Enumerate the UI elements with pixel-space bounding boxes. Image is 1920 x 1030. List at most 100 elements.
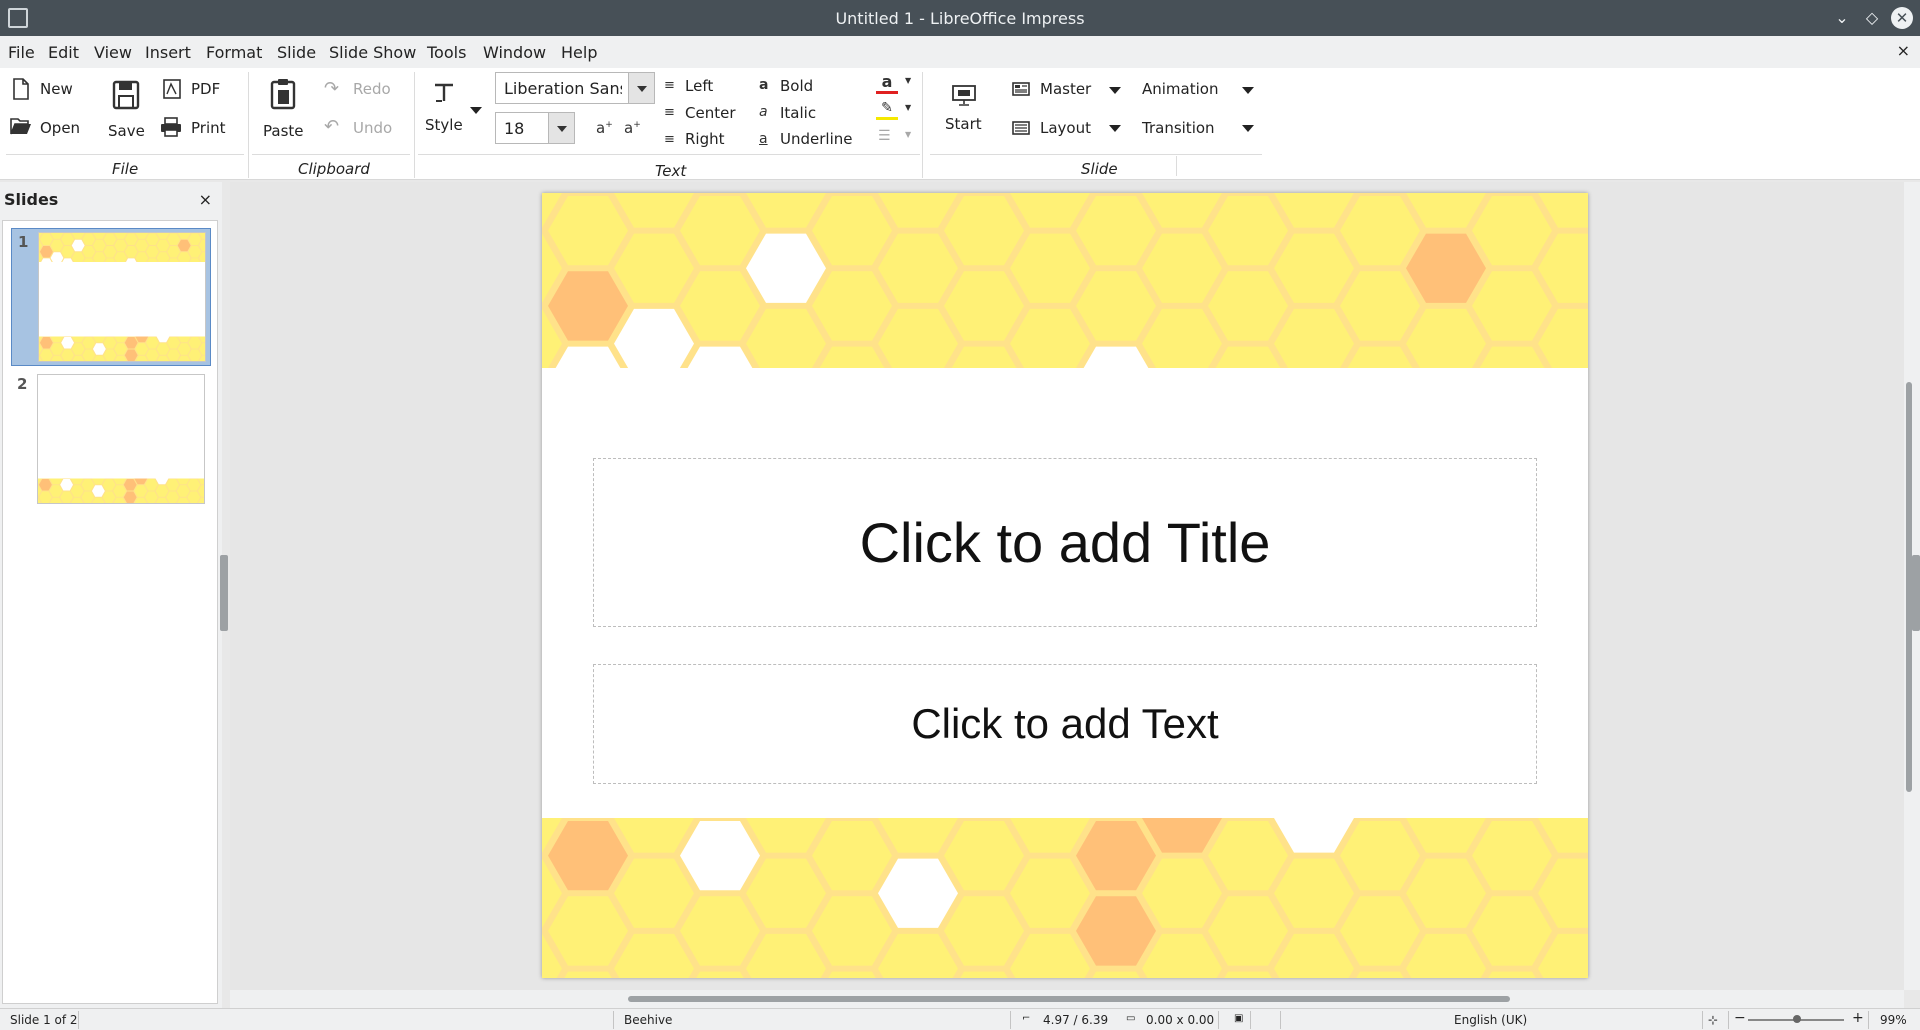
slides-pane-splitter-handle[interactable] — [220, 555, 228, 631]
zoom-level[interactable]: 99% — [1880, 1013, 1907, 1027]
menu-tools[interactable]: Tools — [427, 43, 466, 62]
zoom-slider[interactable] — [1748, 1015, 1844, 1023]
print-button[interactable]: Print — [191, 119, 226, 137]
grow-font-icon[interactable]: a+ — [596, 119, 613, 137]
font-color-dropdown-icon[interactable]: ▼ — [905, 76, 911, 85]
window-title: Untitled 1 - LibreOffice Impress — [835, 9, 1085, 28]
slide-thumbnail-2[interactable]: 2 — [11, 371, 211, 509]
honeycomb-cell — [39, 265, 42, 276]
honeycomb-cell — [72, 265, 85, 276]
redo-button[interactable]: Redo — [353, 80, 391, 98]
menu-slide-show[interactable]: Slide Show — [329, 43, 416, 62]
align-left-button[interactable]: Left — [685, 77, 713, 95]
text-placeholder-text: Click to add Text — [911, 700, 1219, 747]
cursor-position-status: 4.97 / 6.39 — [1043, 1013, 1109, 1027]
start-button[interactable]: Start — [945, 115, 982, 133]
close-window-button[interactable]: ✕ — [1891, 7, 1913, 29]
underline-button[interactable]: Underline — [780, 130, 852, 150]
font-size-value[interactable]: 18 — [504, 119, 524, 138]
undo-icon: ↶ — [324, 116, 340, 137]
honeycomb-cell — [72, 318, 85, 329]
print-icon — [160, 117, 182, 141]
bold-button[interactable]: Bold — [780, 77, 813, 95]
align-center-button[interactable]: Center — [685, 104, 736, 122]
honeycomb-cell — [157, 318, 170, 329]
menu-edit[interactable]: Edit — [48, 43, 79, 62]
list-icon[interactable]: ☰ — [878, 128, 891, 144]
honeycomb-cell — [135, 318, 148, 329]
font-name-value[interactable]: Liberation Sans — [504, 79, 622, 98]
slide-thumbnail-1[interactable]: 1 — [11, 228, 211, 366]
style-button[interactable]: Style — [425, 116, 463, 134]
font-color-icon[interactable]: a — [876, 74, 898, 94]
honeycomb-cell — [39, 467, 52, 478]
honeycomb-cell — [746, 384, 826, 453]
close-slides-pane-button[interactable]: × — [199, 190, 212, 209]
honeycomb-cell — [878, 384, 958, 453]
open-button[interactable]: Open — [40, 119, 80, 137]
zoom-slider-thumb[interactable] — [1793, 1015, 1801, 1023]
font-name-dropdown-button[interactable] — [628, 73, 654, 103]
menu-window[interactable]: Window — [483, 43, 546, 62]
export-pdf-button[interactable]: PDF — [191, 80, 220, 98]
sidebar-splitter-handle[interactable] — [1912, 555, 1920, 631]
slide-canvas[interactable]: Click to add Title Click to add Text — [542, 193, 1588, 978]
slide-list[interactable]: 1 2 — [2, 220, 218, 1004]
style-dropdown-arrow[interactable] — [470, 107, 482, 114]
zoom-out-button[interactable]: − — [1734, 1010, 1746, 1026]
file-group-label: File — [112, 160, 139, 178]
zoom-in-button[interactable]: + — [1852, 1010, 1864, 1026]
slide-number: 2 — [17, 375, 28, 393]
paste-button[interactable]: Paste — [263, 122, 304, 140]
highlight-dropdown-icon[interactable]: ▼ — [905, 103, 911, 112]
animation-dropdown-arrow[interactable] — [1242, 87, 1254, 94]
list-dropdown-icon[interactable]: ▼ — [905, 130, 911, 139]
language-status[interactable]: English (UK) — [1454, 1013, 1527, 1027]
layout-button[interactable]: Layout — [1040, 119, 1091, 137]
master-dropdown-arrow[interactable] — [1109, 87, 1121, 94]
close-document-button[interactable]: × — [1897, 41, 1910, 60]
layout-dropdown-arrow[interactable] — [1109, 125, 1121, 132]
title-placeholder[interactable]: Click to add Title — [593, 458, 1537, 627]
horizontal-scroll-thumb[interactable] — [628, 996, 1510, 1002]
honeycomb-cell — [178, 318, 191, 329]
shrink-font-icon[interactable]: a+ — [624, 119, 641, 137]
honeycomb-cell — [178, 265, 191, 276]
save-button[interactable]: Save — [108, 122, 145, 140]
menu-format[interactable]: Format — [206, 43, 262, 62]
font-name-combobox[interactable]: Liberation Sans — [495, 72, 655, 104]
redo-icon: ↷ — [324, 78, 340, 99]
font-size-combobox[interactable]: 18 — [495, 112, 575, 144]
font-size-dropdown-button[interactable] — [548, 113, 574, 143]
menu-slide[interactable]: Slide — [277, 43, 316, 62]
honeycomb-cell — [157, 265, 170, 276]
transition-dropdown-arrow[interactable] — [1242, 125, 1254, 132]
menu-insert[interactable]: Insert — [145, 43, 191, 62]
menu-file[interactable]: File — [8, 43, 35, 62]
menu-help[interactable]: Help — [561, 43, 597, 62]
master-name-status[interactable]: Beehive — [624, 1013, 672, 1027]
honeycomb-cell — [82, 325, 95, 336]
save-icon — [112, 80, 140, 114]
text-placeholder[interactable]: Click to add Text — [593, 664, 1537, 784]
menu-view[interactable]: View — [94, 43, 132, 62]
minimize-button[interactable]: ⌄ — [1830, 6, 1854, 30]
document-modified-icon[interactable]: ▣ — [1234, 1013, 1243, 1024]
transition-button[interactable]: Transition — [1142, 119, 1215, 137]
honeycomb-cell — [1142, 384, 1222, 453]
honeycomb-cell — [199, 318, 206, 329]
undo-button[interactable]: Undo — [353, 119, 392, 137]
honeycomb-cell — [113, 460, 126, 471]
honeycomb-cell — [93, 265, 106, 276]
horizontal-scrollbar[interactable] — [230, 990, 1904, 1008]
new-button[interactable]: New — [40, 80, 73, 98]
animation-button[interactable]: Animation — [1142, 80, 1218, 98]
align-right-button[interactable]: Right — [685, 130, 725, 150]
window-title-bar: Untitled 1 - LibreOffice Impress ⌄ ◇ ✕ — [0, 0, 1920, 36]
master-button[interactable]: Master — [1040, 80, 1091, 98]
fit-slide-icon[interactable]: ⊹ — [1708, 1013, 1718, 1027]
italic-button[interactable]: Italic — [780, 104, 816, 122]
highlight-color-icon[interactable]: ✎ — [876, 100, 898, 120]
maximize-button[interactable]: ◇ — [1860, 6, 1884, 30]
honeycomb-cell — [1010, 384, 1090, 453]
